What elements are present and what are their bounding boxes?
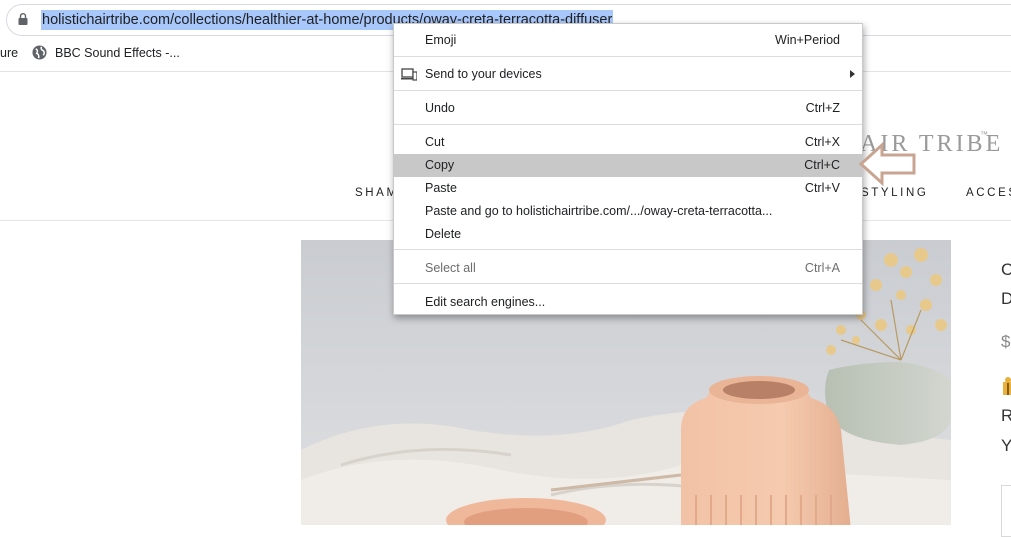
product-title-partial-2: D [1001,289,1011,308]
menu-item-shortcut: Ctrl+C [804,158,840,172]
menu-item-shortcut: Ctrl+V [804,181,840,195]
menu-item-select-all[interactable]: Select all Ctrl+A [394,257,862,280]
menu-item-edit-search-engines[interactable]: Edit search engines... [394,291,862,314]
menu-separator [394,249,862,250]
menu-item-paste[interactable]: Paste Ctrl+V [394,177,862,200]
nav-item-styling[interactable]: STYLING [861,187,928,199]
bookmark-item-bbc[interactable]: BBC Sound Effects -... [55,45,180,61]
menu-item-send-to-devices[interactable]: Send to your devices [394,63,862,86]
menu-item-label: Delete [425,227,462,241]
submenu-arrow-icon [850,70,855,78]
menu-item-delete[interactable]: Delete [394,223,862,246]
context-menu: Emoji Win+Period Send to your devices Un… [393,23,863,315]
lock-icon[interactable] [18,13,28,25]
menu-separator [394,90,862,91]
menu-item-shortcut: Ctrl+A [804,261,840,275]
menu-item-undo[interactable]: Undo Ctrl+Z [394,97,862,120]
product-price-partial: $ [1001,332,1011,351]
menu-item-shortcut: Ctrl+X [804,135,840,149]
menu-item-cut[interactable]: Cut Ctrl+X [394,131,862,154]
promo-text-partial-2: Y [1001,436,1011,455]
menu-separator [394,283,862,284]
promo-text-partial: R [1001,406,1011,425]
globe-icon [32,45,47,60]
menu-separator [394,56,862,57]
menu-item-paste-and-go[interactable]: Paste and go to holistichairtribe.com/..… [394,200,862,223]
trademark-symbol: ™ [980,130,988,139]
menu-item-label: Edit search engines... [425,295,546,309]
menu-item-label: Copy [425,158,455,172]
bookmark-item[interactable]: ure [0,45,18,61]
devices-icon [401,68,417,81]
product-title-partial: C [1001,260,1011,279]
menu-item-label: Undo [425,101,455,115]
menu-item-label: Emoji [425,33,457,47]
menu-item-shortcut: Win+Period [775,33,840,47]
quantity-box-partial[interactable] [1001,485,1011,537]
menu-item-label: Send to your devices [425,67,542,81]
menu-item-label: Paste [425,181,457,195]
menu-item-emoji[interactable]: Emoji Win+Period [394,29,862,52]
menu-item-label: Cut [425,135,445,149]
menu-item-label: Paste and go to holistichairtribe.com/..… [425,204,773,218]
pointer-arrow-icon [858,142,916,186]
menu-item-label: Select all [425,261,476,275]
menu-item-copy[interactable]: Copy Ctrl+C [394,154,862,177]
menu-separator [394,124,862,125]
menu-item-shortcut: Ctrl+Z [805,101,840,115]
gift-icon [1003,377,1011,395]
nav-item-accessories[interactable]: ACCES [966,187,1011,199]
